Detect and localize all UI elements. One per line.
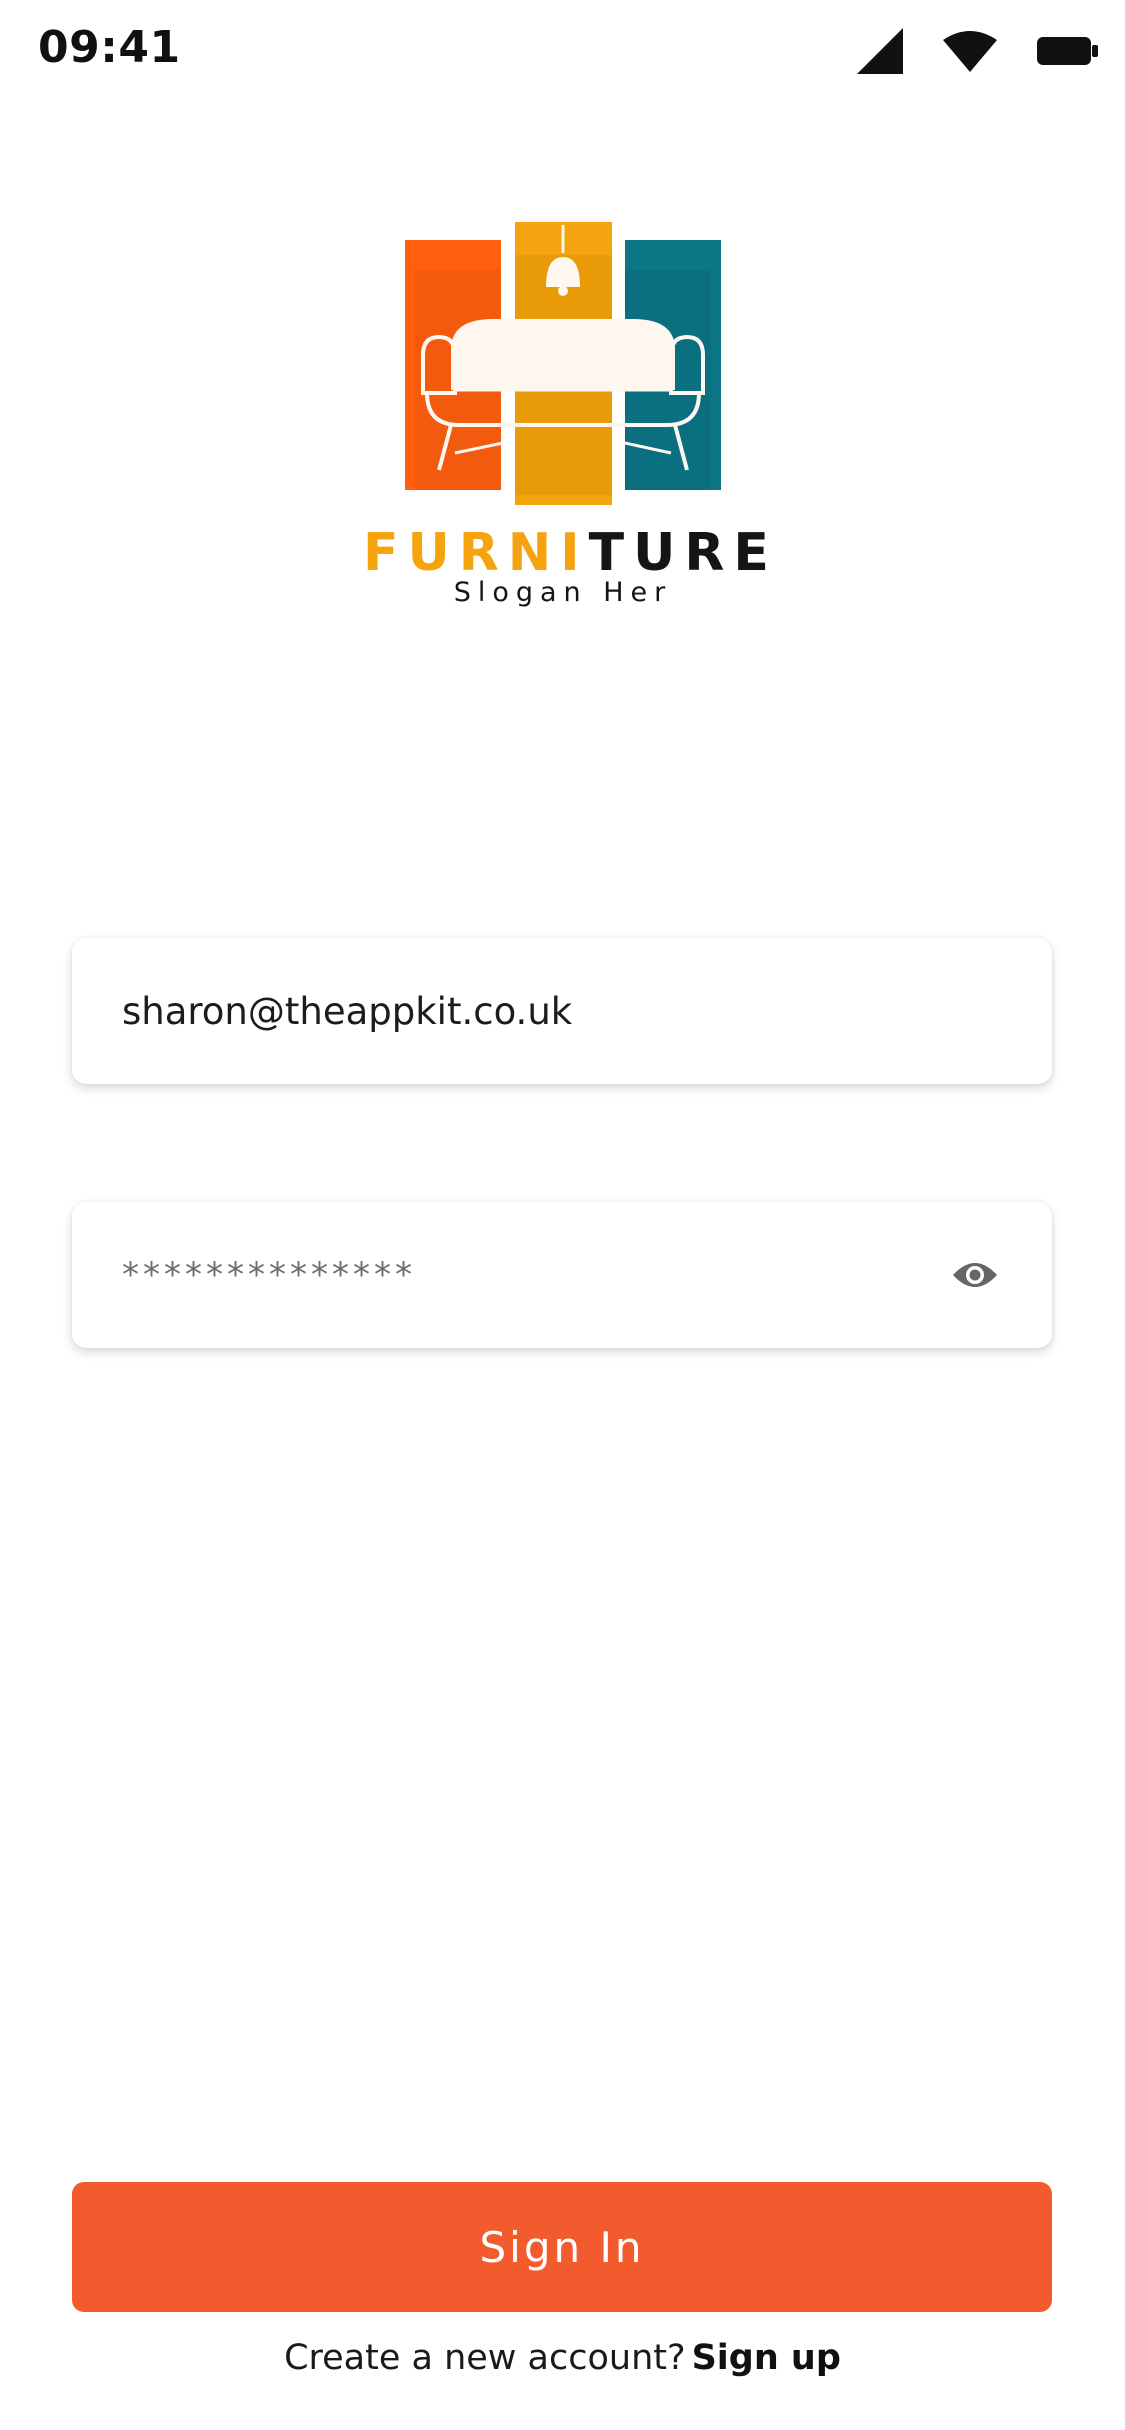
logo-word-part-1: FURNI [363, 523, 589, 583]
password-field[interactable] [122, 1202, 922, 1348]
sign-in-button[interactable]: Sign In [72, 2182, 1052, 2312]
status-icons [857, 28, 1099, 78]
eye-icon [953, 1263, 997, 1287]
cellular-signal-icon [857, 28, 903, 78]
password-visibility-toggle[interactable] [950, 1250, 1000, 1300]
logo-word-part-2: TURE [588, 523, 778, 583]
email-field-container [72, 938, 1052, 1084]
logo-wordmark: FURNITURE [363, 527, 769, 579]
password-field-container [72, 1202, 1052, 1348]
battery-icon [1037, 35, 1099, 71]
wifi-icon [943, 30, 997, 76]
email-field[interactable] [122, 938, 1002, 1084]
furniture-logo: FURNITURE Slogan Her [363, 215, 769, 615]
logo-emblem-icon [405, 222, 721, 505]
sign-up-link[interactable]: Sign up [692, 2338, 841, 2378]
status-bar: 09:41 [0, 0, 1125, 110]
status-time: 09:41 [38, 22, 181, 73]
logo-slogan: Slogan Her [453, 577, 673, 608]
signup-prompt: Create a new account? [284, 2338, 686, 2378]
signup-row: Create a new account? Sign up [0, 2338, 1125, 2378]
